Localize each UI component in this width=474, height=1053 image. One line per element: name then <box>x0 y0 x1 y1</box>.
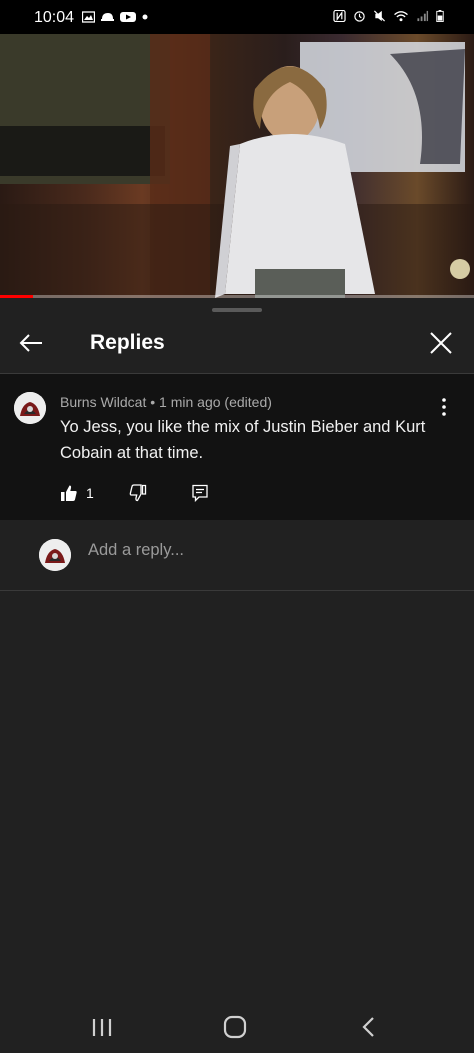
comment-text: Yo Jess, you like the mix of Justin Bieb… <box>60 418 426 462</box>
recent-apps-button[interactable] <box>82 1008 122 1046</box>
cap-icon <box>101 13 114 21</box>
drag-handle[interactable] <box>212 308 262 312</box>
like-button[interactable]: 1 <box>60 484 94 502</box>
system-back-button[interactable] <box>348 1008 388 1046</box>
nfc-icon <box>333 10 346 22</box>
avatar[interactable] <box>14 392 46 424</box>
add-reply-input[interactable]: Add a reply... <box>88 541 448 560</box>
home-icon <box>223 1015 247 1039</box>
reply-divider <box>0 590 474 591</box>
home-button[interactable] <box>215 1008 255 1046</box>
dot-icon <box>142 14 148 20</box>
more-vertical-icon <box>442 398 446 416</box>
reply-button[interactable] <box>191 484 209 502</box>
back-button[interactable] <box>12 324 50 362</box>
system-nav-bar <box>0 1000 474 1053</box>
mute-icon <box>373 10 386 22</box>
thumbs-up-icon <box>61 485 77 501</box>
parent-comment: Burns Wildcat • 1 min ago (edited) Yo Je… <box>0 374 474 520</box>
wildcat-avatar-image <box>14 392 46 424</box>
close-icon <box>430 332 452 354</box>
comment-author[interactable]: Burns Wildcat <box>60 394 146 410</box>
arrow-left-icon <box>19 334 42 352</box>
comment-icon <box>192 484 208 502</box>
comment-time: 1 min ago (edited) <box>159 394 272 410</box>
comment-actions: 1 <box>60 481 209 505</box>
battery-icon <box>436 10 444 22</box>
status-time: 10:04 <box>34 9 75 26</box>
status-left-icons <box>82 11 148 23</box>
signal-icon <box>417 10 429 22</box>
add-reply-row[interactable]: Add a reply... <box>0 520 474 590</box>
dislike-button[interactable] <box>129 484 147 502</box>
close-button[interactable] <box>422 324 460 362</box>
gallery-icon <box>82 11 95 23</box>
comment-meta: Burns Wildcat • 1 min ago (edited) <box>60 394 272 410</box>
thumbs-down-icon <box>129 484 146 502</box>
video-player[interactable] <box>0 34 474 298</box>
youtube-icon <box>120 12 136 22</box>
status-bar: 10:04 <box>0 0 474 34</box>
recent-apps-icon <box>92 1019 112 1036</box>
more-options-button[interactable] <box>434 395 454 419</box>
wildcat-avatar-image <box>39 539 71 571</box>
page-title: Replies <box>90 331 165 354</box>
chevron-left-icon <box>362 1017 374 1037</box>
video-frame <box>0 34 474 298</box>
replies-panel: Replies Burns Wildcat • 1 min ago (edite… <box>0 298 474 1000</box>
like-count: 1 <box>86 485 94 501</box>
replies-header: Replies <box>0 316 474 372</box>
wifi-icon <box>394 11 408 22</box>
status-right-icons <box>333 10 444 22</box>
alarm-icon <box>354 11 365 22</box>
user-avatar <box>39 539 71 571</box>
meta-separator: • <box>146 394 160 410</box>
